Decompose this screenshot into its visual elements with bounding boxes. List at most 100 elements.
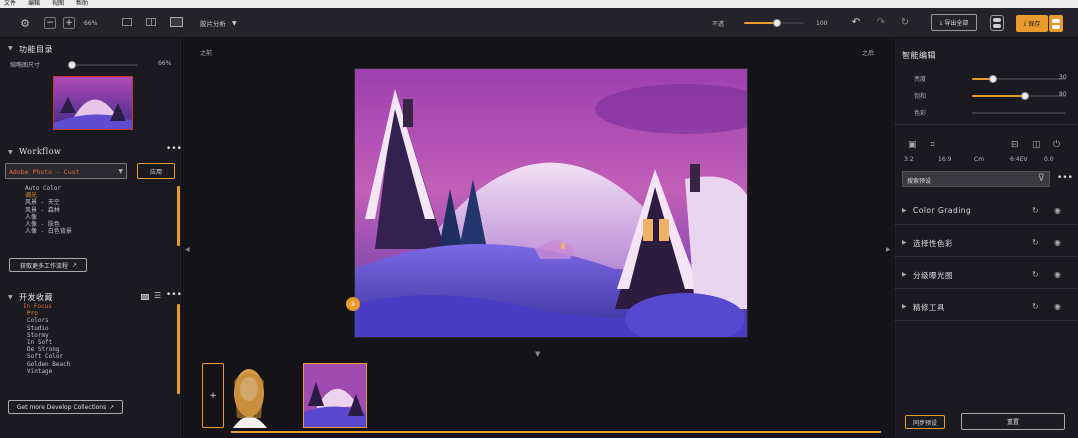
- redo-icon[interactable]: ↷: [875, 16, 887, 28]
- slider-knob[interactable]: [988, 75, 997, 83]
- filter-icon[interactable]: ⊽: [1038, 173, 1045, 184]
- image-icon[interactable]: ▣: [908, 140, 917, 150]
- menu-help[interactable]: 帮助: [76, 0, 88, 8]
- split-icon[interactable]: ◫: [1032, 140, 1041, 150]
- workflow-item[interactable]: 风景 - 森林: [25, 207, 72, 214]
- collapse-triangle-icon[interactable]: ▼: [8, 294, 13, 301]
- split-view-icon[interactable]: [146, 18, 156, 26]
- catalog-thumbnail[interactable]: [53, 76, 133, 130]
- undo-icon[interactable]: ↶: [850, 16, 862, 28]
- sync-preset-button[interactable]: 同步预设: [905, 415, 945, 429]
- right-panel: 智能编辑 亮度 30 饱和 80 色彩 ▣ ⌗ ⊟ ◫ ⏻ 3:2 16:9 Cm 6:4EV…: [893, 38, 1078, 438]
- collapse-left-panel-icon[interactable]: ◀: [185, 246, 190, 253]
- adjustment-slider[interactable]: [972, 75, 1066, 83]
- workflow-item[interactable]: 风景 - 天空: [25, 199, 72, 206]
- reset-icon[interactable]: ↻: [1032, 206, 1039, 215]
- split-handle[interactable]: II: [346, 297, 360, 311]
- expand-triangle-icon[interactable]: ▶: [902, 239, 907, 246]
- collection-item[interactable]: Studio: [23, 325, 70, 332]
- slider-label: 亮度: [914, 76, 927, 83]
- collections-more-button[interactable]: Get more Develop Collections ↗: [8, 400, 123, 414]
- zoom-out-button[interactable]: −: [44, 17, 56, 29]
- collection-item[interactable]: De Strong: [23, 346, 70, 353]
- thumb-size-knob[interactable]: [68, 61, 76, 69]
- refresh-icon[interactable]: ↻: [899, 16, 911, 28]
- collection-item[interactable]: Pro: [23, 310, 70, 317]
- more-icon[interactable]: •••: [166, 290, 182, 300]
- collapse-triangle-icon[interactable]: ▼: [8, 149, 13, 156]
- more-icon[interactable]: •••: [166, 144, 182, 154]
- grid-view-icon[interactable]: [170, 17, 183, 27]
- preset-search-field[interactable]: 搜索预设 ⊽: [902, 171, 1050, 187]
- workflow-more-label: 获取更多工作流程: [20, 262, 69, 270]
- thumb-size-label: 缩略图尺寸: [10, 62, 41, 69]
- slider-knob[interactable]: [1020, 92, 1029, 100]
- save-label: 保存: [1028, 21, 1041, 28]
- more-icon[interactable]: •••: [1057, 173, 1073, 183]
- collection-item[interactable]: In Focus: [23, 303, 70, 310]
- reset-icon[interactable]: ↻: [1032, 270, 1039, 279]
- gear-icon[interactable]: ⚙: [18, 16, 32, 30]
- eye-icon[interactable]: ◉: [1054, 270, 1061, 279]
- menu-view[interactable]: 视图: [52, 0, 64, 8]
- export-all-button[interactable]: ⤓ 导出全部: [931, 14, 977, 31]
- collapse-right-panel-icon[interactable]: ▶: [886, 246, 891, 253]
- menu-file[interactable]: 文件: [4, 0, 16, 8]
- workflow-apply-button[interactable]: 应用: [137, 163, 175, 179]
- collection-item[interactable]: Colors: [23, 317, 70, 324]
- adjustment-group[interactable]: ▶ 精修工具 ↻ ◉: [902, 302, 1072, 314]
- adjustment-group[interactable]: ▶ 分级曝光图 ↻ ◉: [902, 270, 1072, 282]
- adjustment-slider[interactable]: [972, 112, 1066, 114]
- workflow-scrollbar[interactable]: [177, 186, 180, 246]
- slider-value: 30: [1059, 74, 1067, 81]
- menu-edit[interactable]: 编辑: [28, 0, 40, 8]
- adjustment-slider[interactable]: [972, 92, 1066, 100]
- main-photo[interactable]: [354, 68, 748, 338]
- expand-triangle-icon[interactable]: ▶: [902, 303, 907, 310]
- filmstrip-scrollbar[interactable]: [231, 431, 881, 433]
- view-mode-dropdown[interactable]: 胶片分析 ▼: [200, 17, 237, 29]
- collection-item[interactable]: Golden Beach: [23, 361, 70, 368]
- crop-icon[interactable]: ⌗: [930, 140, 935, 150]
- add-image-button[interactable]: +: [202, 363, 224, 428]
- collection-item[interactable]: Soft Color: [23, 353, 70, 360]
- workflow-item[interactable]: 人像 - 白色背景: [25, 228, 72, 235]
- export-settings-toggle[interactable]: [990, 15, 1004, 31]
- eye-icon[interactable]: ◉: [1054, 302, 1061, 311]
- save-settings-toggle[interactable]: [1049, 15, 1063, 32]
- image-info-value: Cm: [974, 156, 985, 163]
- collection-item[interactable]: Vintage: [23, 368, 70, 375]
- collection-item[interactable]: In Soft: [23, 339, 70, 346]
- eye-icon[interactable]: ◉: [1054, 238, 1061, 247]
- eye-icon[interactable]: ◉: [1054, 206, 1061, 215]
- reset-icon[interactable]: ↻: [1032, 302, 1039, 311]
- workflow-item[interactable]: 人像: [25, 214, 72, 221]
- expand-triangle-icon[interactable]: ▶: [902, 271, 907, 278]
- opacity-slider[interactable]: [744, 19, 804, 27]
- adjustment-group-label: 分级曝光图: [913, 271, 953, 280]
- filmstrip-thumb-winter[interactable]: [303, 363, 367, 428]
- collection-item[interactable]: Stormy: [23, 332, 70, 339]
- workflow-more-button[interactable]: 获取更多工作流程 ↗: [9, 258, 87, 272]
- grid-icon[interactable]: [141, 294, 149, 300]
- adjustment-group[interactable]: ▶ Color Grading ↻ ◉: [902, 206, 1072, 218]
- single-view-icon[interactable]: [122, 18, 132, 26]
- collections-scrollbar[interactable]: [177, 304, 180, 394]
- zoom-in-button[interactable]: +: [63, 17, 75, 29]
- collapse-triangle-icon[interactable]: ▼: [8, 45, 13, 52]
- expand-filmstrip-icon[interactable]: ▼: [535, 350, 540, 358]
- reset-button[interactable]: 重置: [961, 413, 1065, 430]
- filmstrip-thumb-portrait[interactable]: [231, 363, 293, 428]
- power-icon[interactable]: ⏻: [1053, 140, 1060, 150]
- opacity-slider-knob[interactable]: [773, 19, 781, 27]
- thumb-size-slider[interactable]: [68, 61, 138, 69]
- save-button[interactable]: ⤓ 保存: [1016, 15, 1048, 32]
- adjustment-group[interactable]: ▶ 选择性色彩 ↻ ◉: [902, 238, 1072, 250]
- compare-icon[interactable]: ⊟: [1011, 140, 1019, 150]
- expand-triangle-icon[interactable]: ▶: [902, 207, 907, 214]
- top-toolbar: ⚙ − + 66% 胶片分析 ▼ 不透 100 ↶ ↷ ↻ ⤓ 导出全部 ⤓ 保存: [0, 8, 1078, 38]
- list-icon[interactable]: ☰: [154, 291, 161, 300]
- reset-icon[interactable]: ↻: [1032, 238, 1039, 247]
- chevron-down-icon: ▼: [118, 168, 123, 175]
- workflow-preset-select[interactable]: Adobe Photo - Cust ▼: [5, 163, 127, 179]
